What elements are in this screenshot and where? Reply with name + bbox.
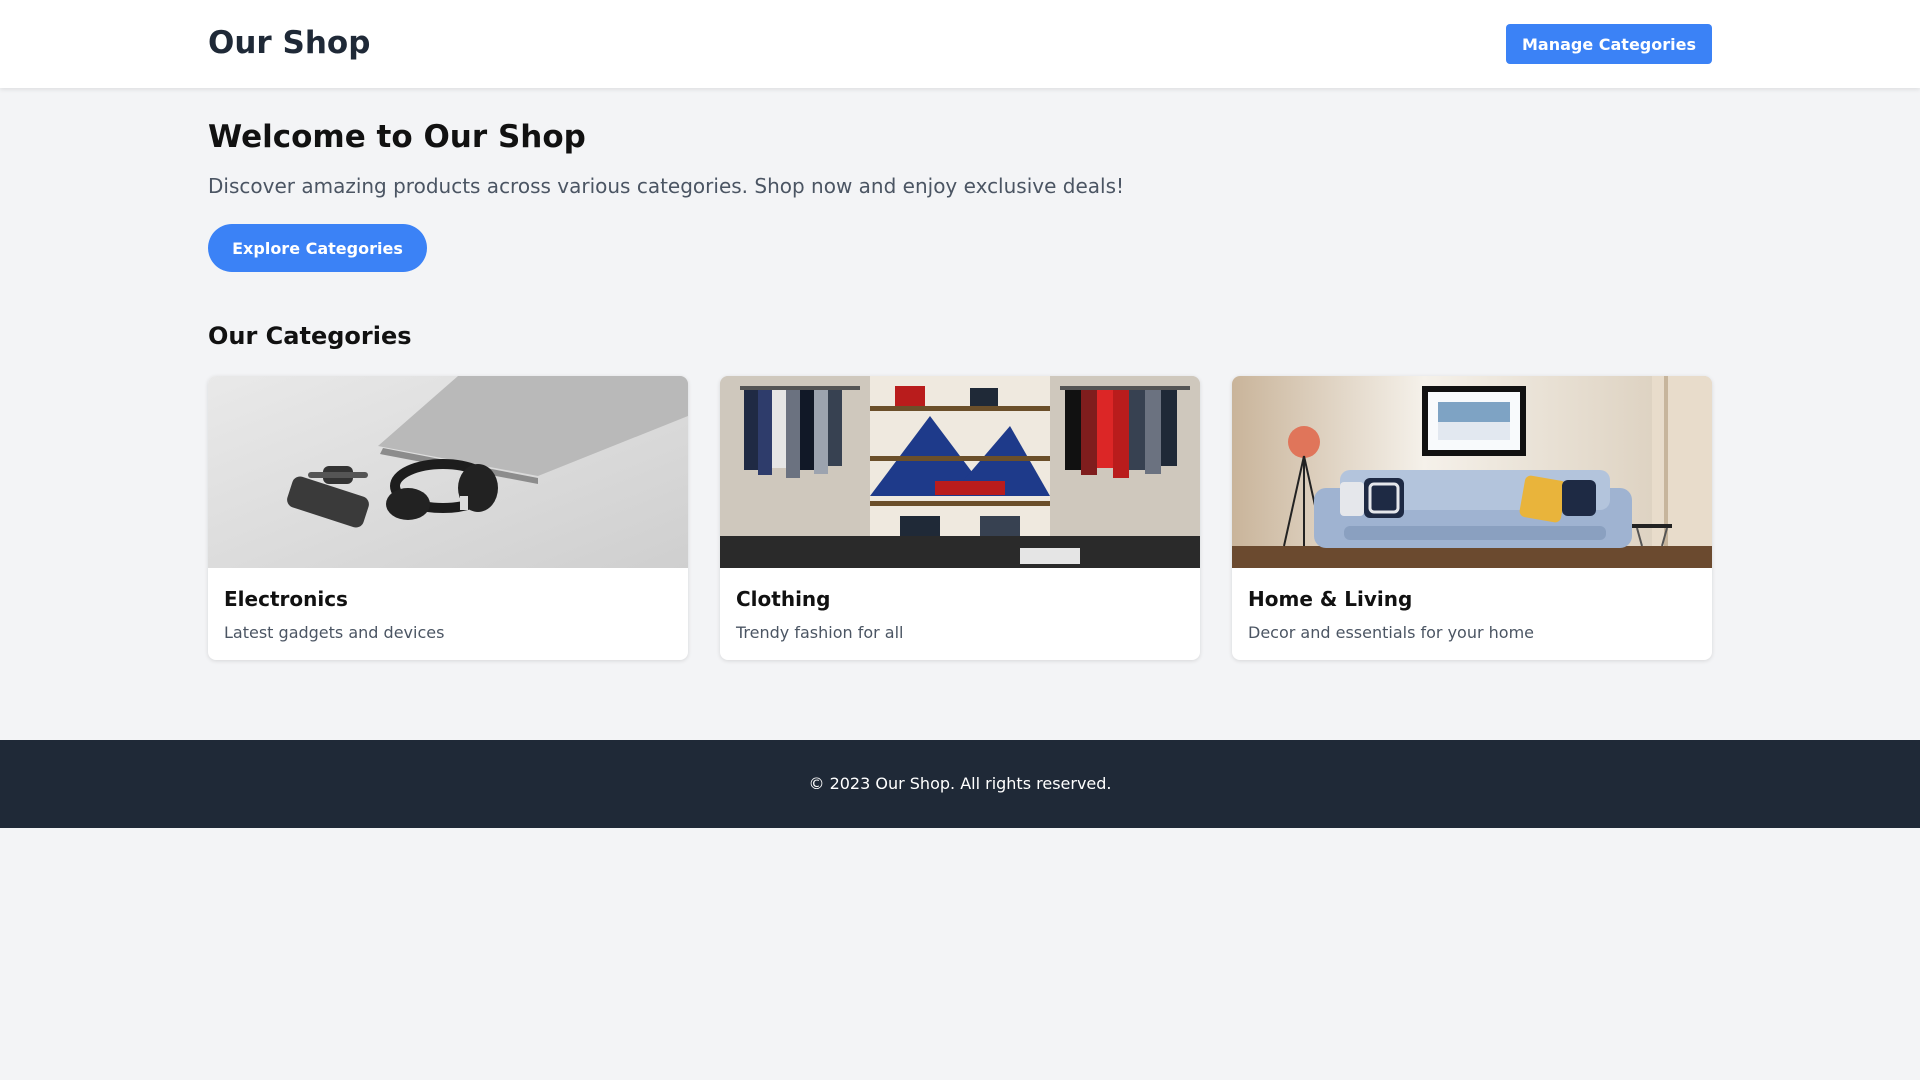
card-description: Decor and essentials for your home [1248, 623, 1534, 642]
site-header: Our Shop Manage Categories [0, 0, 1920, 88]
card-description: Trendy fashion for all [736, 623, 904, 642]
card-title: Home & Living [1248, 587, 1413, 611]
card-title: Clothing [736, 587, 831, 611]
clothing-image [720, 376, 1200, 568]
brand-logo-text[interactable]: Our Shop [208, 22, 370, 64]
copyright-text: © 2023 Our Shop. All rights reserved. [808, 774, 1112, 793]
card-title: Electronics [224, 587, 348, 611]
electronics-image [208, 376, 688, 568]
hero-subtitle: Discover amazing products across various… [208, 174, 1125, 198]
category-card-home-living[interactable]: Home & Living Decor and essentials for y… [1232, 376, 1712, 660]
explore-categories-button[interactable]: Explore Categories [208, 224, 427, 272]
hero-title: Welcome to Our Shop [208, 119, 586, 155]
category-card-clothing[interactable]: Clothing Trendy fashion for all [720, 376, 1200, 660]
site-footer: © 2023 Our Shop. All rights reserved. [0, 740, 1920, 828]
manage-categories-button[interactable]: Manage Categories [1506, 24, 1712, 64]
categories-heading: Our Categories [208, 322, 412, 350]
category-card-electronics[interactable]: Electronics Latest gadgets and devices [208, 376, 688, 660]
living-room-image [1232, 376, 1712, 568]
card-description: Latest gadgets and devices [224, 623, 445, 642]
